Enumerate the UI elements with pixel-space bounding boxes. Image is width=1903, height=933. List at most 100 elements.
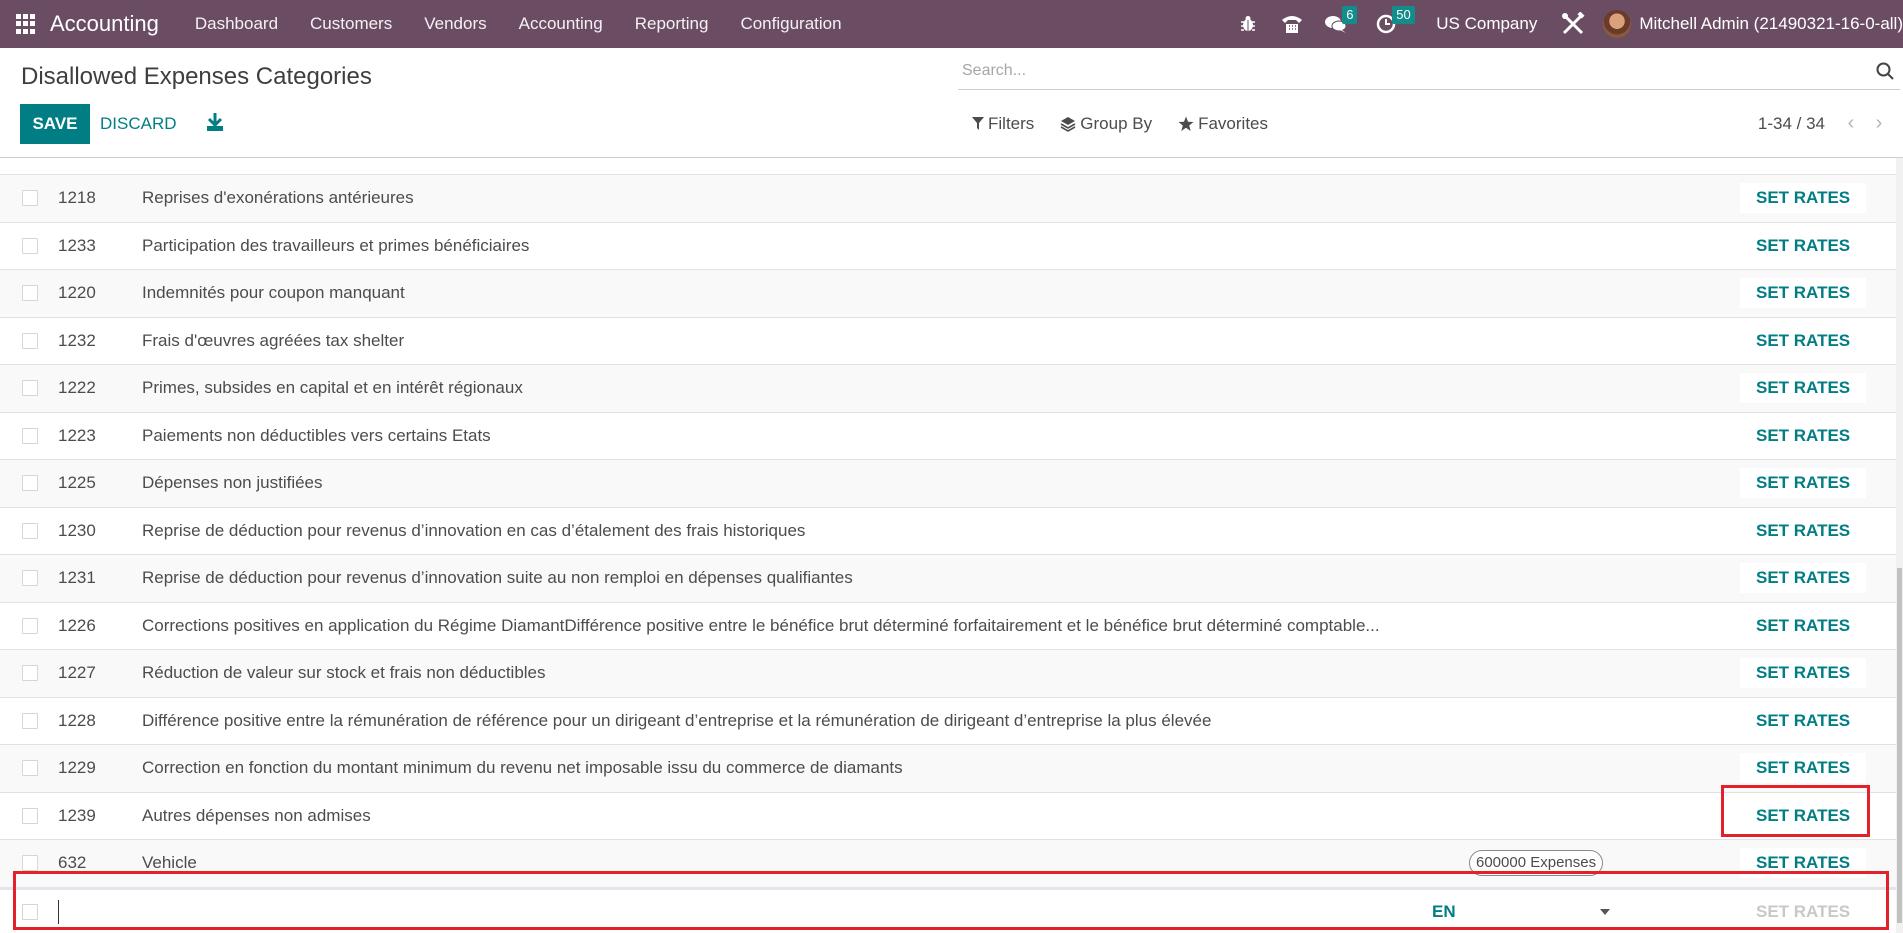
filters-button[interactable]: Filters <box>972 114 1034 134</box>
row-name[interactable]: Participation des travailleurs et primes… <box>142 236 529 256</box>
row-code[interactable]: 1222 <box>58 378 96 398</box>
set-rates-button[interactable]: SET RATES <box>1740 373 1867 404</box>
table-row[interactable]: 1232 Frais d'œuvres agréées tax shelter SE… <box>0 316 1896 364</box>
pager-previous-icon[interactable]: ‹ <box>1837 112 1865 135</box>
table-row[interactable]: 632 Vehicle 600000 Expenses SET RATES <box>0 839 1896 887</box>
row-checkbox[interactable] <box>22 665 38 682</box>
download-icon[interactable] <box>206 112 224 132</box>
debug-bug-icon[interactable] <box>1226 0 1270 48</box>
code-input-cursor[interactable] <box>58 899 59 924</box>
row-code[interactable]: 1220 <box>58 283 96 303</box>
set-rates-button[interactable]: SET RATES <box>1740 563 1867 594</box>
table-row[interactable]: 1227 Réduction de valeur sur stock et fra… <box>0 649 1896 697</box>
row-checkbox[interactable] <box>22 712 38 729</box>
search-icon[interactable] <box>1876 62 1894 80</box>
set-rates-button[interactable]: SET RATES <box>1740 800 1867 831</box>
row-name[interactable]: Paiements non déductibles vers certains … <box>142 426 491 446</box>
row-checkbox[interactable] <box>22 807 38 824</box>
row-code[interactable]: 1229 <box>58 758 96 778</box>
set-rates-button[interactable]: SET RATES <box>1740 848 1867 879</box>
row-code[interactable]: 1231 <box>58 568 96 588</box>
phone-icon[interactable] <box>1270 0 1314 48</box>
table-row[interactable]: 1226 Corrections positives en application… <box>0 601 1896 649</box>
row-code[interactable]: 1223 <box>58 426 96 446</box>
row-name[interactable]: Autres dépenses non admises <box>142 806 371 826</box>
row-code[interactable]: 1227 <box>58 663 96 683</box>
row-checkbox[interactable] <box>22 855 38 872</box>
row-checkbox[interactable] <box>22 285 38 302</box>
menu-vendors[interactable]: Vendors <box>408 14 502 34</box>
row-checkbox[interactable] <box>22 332 38 349</box>
menu-reporting[interactable]: Reporting <box>619 14 725 34</box>
favorites-button[interactable]: Favorites <box>1178 114 1268 134</box>
set-rates-button[interactable]: SET RATES <box>1740 753 1867 784</box>
row-name[interactable]: Reprise de déduction pour revenus d’inno… <box>142 568 853 588</box>
set-rates-button[interactable]: SET RATES <box>1740 183 1867 214</box>
table-row[interactable]: 1218 Reprises d'exonérations antérieures S… <box>0 174 1896 222</box>
user-menu[interactable]: Mitchell Admin (21490321-16-0-all) <box>1595 10 1903 38</box>
row-name[interactable]: Différence positive entre la rémunératio… <box>142 711 1211 731</box>
group-by-button[interactable]: Group By <box>1060 114 1152 134</box>
row-checkbox[interactable] <box>22 617 38 634</box>
row-name[interactable]: Dépenses non justifiées <box>142 473 323 493</box>
row-name[interactable]: Reprise de déduction pour revenus d’inno… <box>142 521 805 541</box>
row-code[interactable]: 1233 <box>58 236 96 256</box>
row-code[interactable]: 1225 <box>58 473 96 493</box>
company-switcher[interactable]: US Company <box>1436 14 1537 34</box>
table-row[interactable]: 1229 Correction en fonction du montant mi… <box>0 744 1896 792</box>
activity-clock-icon[interactable]: 50 <box>1364 0 1415 48</box>
row-code[interactable]: 632 <box>58 853 86 873</box>
set-rates-button[interactable]: SET RATES <box>1740 610 1867 641</box>
caret-down-icon[interactable] <box>1600 908 1610 915</box>
table-row[interactable]: 1230 Reprise de déduction pour revenus d’… <box>0 506 1896 554</box>
row-code[interactable]: 1230 <box>58 521 96 541</box>
row-name[interactable]: Vehicle <box>142 853 197 873</box>
row-checkbox[interactable] <box>22 380 38 397</box>
row-name[interactable]: Correction en fonction du montant minimu… <box>142 758 903 778</box>
pager-next-icon[interactable]: › <box>1865 112 1893 135</box>
row-checkbox[interactable] <box>22 427 38 444</box>
row-checkbox[interactable] <box>22 760 38 777</box>
table-row[interactable]: 1231 Reprise de déduction pour revenus d’… <box>0 554 1896 602</box>
row-checkbox[interactable] <box>22 190 38 207</box>
row-name[interactable]: Réduction de valeur sur stock et frais n… <box>142 663 546 683</box>
set-rates-button[interactable]: SET RATES <box>1740 658 1867 689</box>
set-rates-button[interactable]: SET RATES <box>1740 278 1867 309</box>
set-rates-button[interactable]: SET RATES <box>1740 705 1867 736</box>
table-row[interactable]: 1225 Dépenses non justifiées SET RATES <box>0 459 1896 507</box>
row-name[interactable]: Reprises d'exonérations antérieures <box>142 188 414 208</box>
row-checkbox[interactable] <box>22 522 38 539</box>
set-rates-button[interactable]: SET RATES <box>1740 230 1867 261</box>
search-input[interactable] <box>958 56 1858 86</box>
table-row[interactable]: 1223 Paiements non déductibles vers certa… <box>0 411 1896 459</box>
row-code[interactable]: 1218 <box>58 188 96 208</box>
table-row[interactable]: 1220 Indemnités pour coupon manquant SET R… <box>0 269 1896 317</box>
messages-icon[interactable]: 6 <box>1314 0 1358 48</box>
menu-customers[interactable]: Customers <box>294 14 408 34</box>
row-checkbox[interactable] <box>22 475 38 492</box>
menu-configuration[interactable]: Configuration <box>724 14 857 34</box>
language-selector[interactable]: EN <box>1432 902 1456 922</box>
new-record-row[interactable]: EN SET RATES <box>0 886 1896 933</box>
row-checkbox[interactable] <box>22 570 38 587</box>
menu-dashboard[interactable]: Dashboard <box>179 14 294 34</box>
settings-tools-icon[interactable] <box>1551 0 1595 48</box>
save-button[interactable]: SAVE <box>20 104 90 144</box>
row-code[interactable]: 1239 <box>58 806 96 826</box>
set-rates-button[interactable]: SET RATES <box>1740 515 1867 546</box>
discard-button[interactable]: DISCARD <box>100 104 177 144</box>
table-row[interactable]: 1233 Participation des travailleurs et pr… <box>0 221 1896 269</box>
set-rates-button[interactable]: SET RATES <box>1740 420 1867 451</box>
list-scrollbar[interactable] <box>1896 158 1903 933</box>
row-code[interactable]: 1226 <box>58 616 96 636</box>
row-name[interactable]: Corrections positives en application du … <box>142 616 1380 636</box>
row-code[interactable]: 1232 <box>58 331 96 351</box>
app-brand[interactable]: Accounting <box>50 11 159 37</box>
table-row[interactable]: 1222 Primes, subsides en capital et en in… <box>0 364 1896 412</box>
row-name[interactable]: Primes, subsides en capital et en intérê… <box>142 378 523 398</box>
table-row[interactable]: 1228 Différence positive entre la rémunér… <box>0 696 1896 744</box>
app-menu-icon[interactable] <box>16 14 36 34</box>
set-rates-button[interactable]: SET RATES <box>1740 325 1867 356</box>
pager-value[interactable]: 1-34 / 34 <box>1758 114 1825 134</box>
row-name[interactable]: Indemnités pour coupon manquant <box>142 283 405 303</box>
